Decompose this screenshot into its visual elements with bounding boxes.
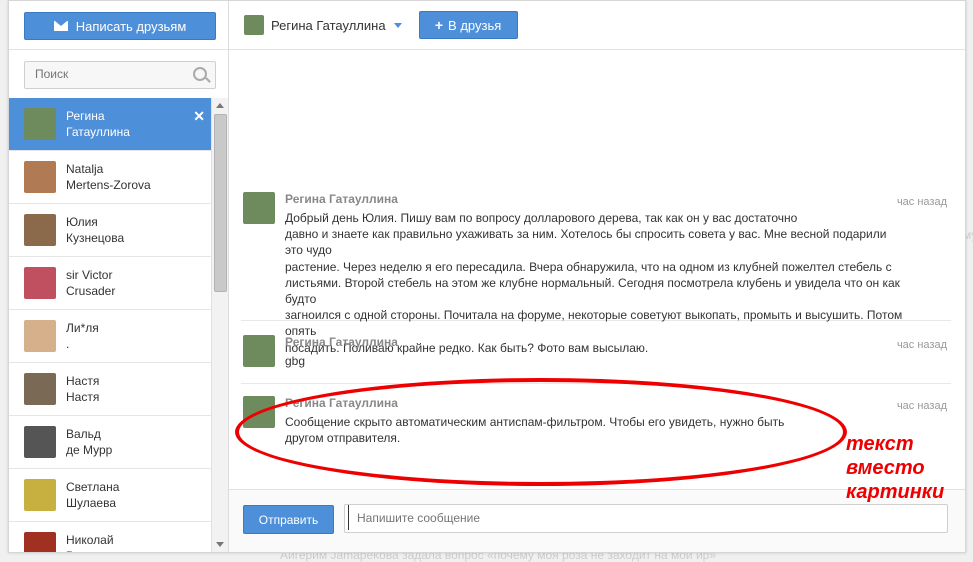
annotation-line: картинки [846,481,945,503]
avatar [24,161,56,193]
contact-name-line: Natalja [66,162,104,176]
contact-item[interactable]: Natalja Mertens-Zorova [9,151,211,204]
contact-list-scrollbar[interactable] [211,98,228,552]
dialogs-panel: Написать друзьям Регина Гатауллина ✕ Natalj… [9,1,229,552]
contact-name: Светлана Шулаева [66,479,119,511]
search-icon[interactable] [193,67,207,81]
message-item: Регина Гатауллина час назад Сообщение ск… [241,396,951,456]
avatar [24,426,56,458]
add-user-icon: + [434,17,444,33]
contact-item[interactable]: Вальд де Мурр [9,416,211,469]
contact-name: Ли*ля. [66,320,99,352]
avatar [24,479,56,511]
contact-name-line: Кузнецова [66,231,125,245]
message-author[interactable]: Регина Гатауллина [285,396,398,410]
contact-name: Юлия Кузнецова [66,214,124,246]
contact-item[interactable]: Светлана Шулаева [9,469,211,522]
add-friend-label: В друзья [448,17,502,33]
contact-name-line: Романов [66,548,115,552]
scroll-down-icon[interactable] [216,542,224,547]
avatar [24,214,56,246]
search-box [24,61,216,89]
contact-name-line: Николай [66,533,114,547]
message-input[interactable] [348,505,947,530]
message-line: gbg [285,354,306,368]
message-line: давно и знаете как правильно ухаживать з… [285,227,887,258]
scroll-thumb[interactable] [214,114,227,292]
contact-item[interactable]: Регина Гатауллина ✕ [9,98,211,151]
message-line: листьями. Второй стебель на этом же клуб… [285,275,900,307]
avatar[interactable] [243,192,275,224]
message-text: Сообщение скрыто автоматическим антиспам… [285,414,905,446]
search-input[interactable] [25,62,185,86]
write-friends-button[interactable]: Написать друзьям [24,12,216,40]
contact-item[interactable]: НиколайРоманов [9,522,211,552]
avatar [24,267,56,299]
message-author[interactable]: Регина Гатауллина [285,192,398,206]
avatar[interactable] [244,15,264,35]
avatar [24,320,56,352]
message-input-box [344,504,948,533]
contact-name: НиколайРоманов [66,532,115,552]
contact-name: Вальд де Мурр [66,426,112,458]
message-author[interactable]: Регина Гатауллина [285,335,398,349]
avatar[interactable] [243,335,275,367]
contact-name-line: Вальд [66,427,101,441]
write-friends-label: Написать друзьям [75,18,187,34]
contact-name-line: Ли*ля [66,321,99,335]
avatar[interactable] [243,396,275,428]
message-time: час назад [896,400,947,412]
envelope-icon [53,21,68,31]
left-toolbar: Написать друзьям [9,1,228,50]
conversation-name[interactable]: Регина Гатауллина [271,18,386,33]
add-friend-button[interactable]: + В друзья [418,11,518,39]
message-text: gbg [285,353,905,369]
contact-name-line: Настя [66,390,100,404]
contact-name-line: Регина [66,109,105,123]
avatar [24,373,56,405]
message-list: Регина Гатауллина час назад Добрый день … [229,50,965,490]
contact-name-line: Светлана [66,480,120,494]
message-time: час назад [896,196,947,208]
message-text: Добрый день Юлия. Пишу вам по вопросу до… [285,210,905,356]
contact-name-line: Crusader [66,284,116,298]
contact-name: Настя Настя [66,373,99,405]
contact-name-line: . [66,337,70,351]
annotation-line: текст [846,433,914,455]
annotation-line: вместо [846,457,925,479]
contact-name-line: sir Victor [66,268,113,282]
message-item: Регина Гатауллина час назад gbg [241,335,951,384]
contact-list: Регина Гатауллина ✕ Natalja Mertens-Zorova Юл… [9,98,211,552]
contact-name: Natalja Mertens-Zorova [66,161,151,193]
message-item: Регина Гатауллина час назад Добрый день … [241,192,951,355]
send-button[interactable]: Отправить [243,505,334,534]
message-line: Добрый день Юлия. Пишу вам по вопросу до… [285,211,798,225]
contact-item[interactable]: Юлия Кузнецова [9,204,211,257]
contact-item[interactable]: Ли*ля. [9,310,211,363]
message-line: Сообщение скрыто автоматическим антиспам… [285,415,785,429]
message-line: другом отправителя. [285,431,401,446]
contact-item[interactable]: Настя Настя [9,363,211,416]
contact-name-line: де Мурр [66,443,113,457]
search-bar [9,50,228,99]
contact-name: Регина Гатауллина [66,108,130,140]
contact-name-line: Гатауллина [66,125,130,139]
avatar [24,532,56,552]
message-time: час назад [896,339,947,351]
contact-name-line: Mertens-Zorova [66,178,151,192]
close-icon[interactable]: ✕ [193,108,205,125]
chevron-down-icon[interactable] [393,22,402,28]
avatar [24,108,56,140]
annotation-text: текст вместо картинки [846,432,944,504]
contact-name-line: Настя [66,374,100,388]
messages-window: Написать друзьям Регина Гатауллина ✕ Natalj… [8,0,966,553]
contact-item[interactable]: sir Victor Crusader [9,257,211,310]
message-line: растение. Через неделю я его пересадила.… [285,259,892,274]
contact-name-line: Юлия [66,215,98,229]
contact-name-line: Шулаева [66,496,116,510]
contact-name: sir Victor Crusader [66,267,115,299]
conversation-header: Регина Гатауллина + В друзья [229,1,965,50]
scroll-up-icon[interactable] [216,103,224,108]
